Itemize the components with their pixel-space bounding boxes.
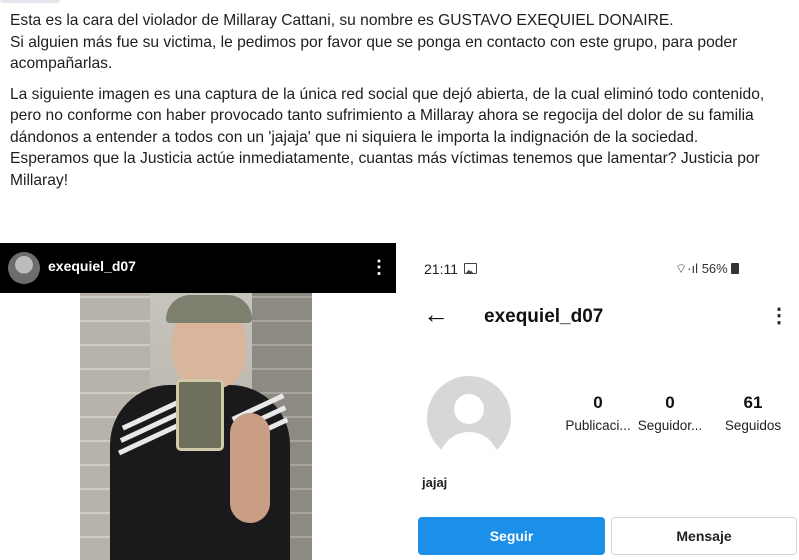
selfie-photo <box>80 293 312 560</box>
post-avatar[interactable] <box>8 252 40 284</box>
stat-posts-value: 0 <box>593 393 603 412</box>
stat-followers[interactable]: 0 Seguidor... <box>630 393 710 433</box>
stat-following[interactable]: 61 Seguidos <box>717 393 789 433</box>
image-notification-icon <box>464 263 477 274</box>
stat-followers-label: Seguidor... <box>637 418 703 433</box>
profile-bio: jajaj <box>422 475 448 490</box>
wifi-signal-icon: ⌔·ıl <box>675 261 699 276</box>
status-bar-time: 21:11 <box>424 261 477 277</box>
stat-posts-label: Publicaci... <box>565 418 631 433</box>
follow-button[interactable]: Seguir <box>418 517 605 555</box>
post-author-avatar <box>0 0 60 3</box>
stat-following-value: 61 <box>743 393 763 412</box>
profile-username: exequiel_d07 <box>484 306 604 327</box>
profile-avatar[interactable] <box>427 376 511 460</box>
post-paragraph-1: Esta es la cara del violador de Millaray… <box>10 12 738 72</box>
message-button[interactable]: Mensaje <box>611 517 797 555</box>
instagram-post-screenshot: exequiel_d07 ⋮ <box>0 243 396 560</box>
post-header: exequiel_d07 ⋮ <box>0 243 396 293</box>
back-arrow-icon[interactable]: ← <box>423 301 449 327</box>
battery-icon <box>731 263 740 274</box>
stat-posts[interactable]: 0 Publicaci... <box>560 393 636 433</box>
stat-followers-value: 0 <box>665 393 675 412</box>
status-time-text: 21:11 <box>424 261 458 277</box>
more-vertical-icon[interactable]: ⋮ <box>370 254 388 280</box>
post-body: Esta es la cara del violador de Millaray… <box>10 10 790 200</box>
instagram-profile-screenshot: 21:11 ⌔·ıl 56% ← exequiel_d07 ⋮ 0 Public… <box>403 243 799 560</box>
status-bar-right: ⌔·ıl 56% <box>675 261 740 277</box>
post-paragraph-2: La siguiente imagen es una captura de la… <box>10 85 765 189</box>
battery-percent: 56% <box>701 261 728 276</box>
stat-following-label: Seguidos <box>724 418 782 433</box>
options-menu-icon[interactable]: ⋮ <box>769 303 789 329</box>
post-username[interactable]: exequiel_d07 <box>48 258 136 274</box>
